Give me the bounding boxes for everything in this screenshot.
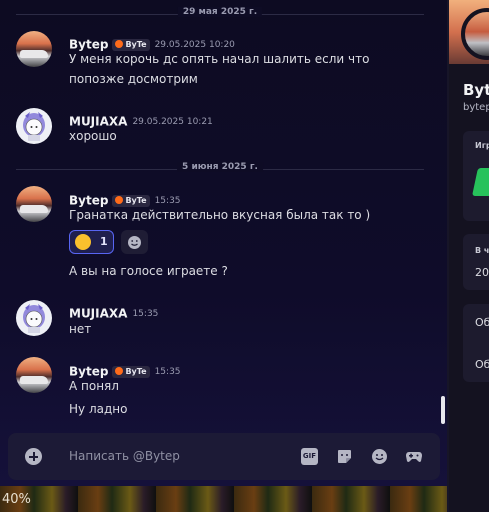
message-header: Bytep ByTe 15:35 [69, 190, 181, 208]
member-since-label: В ч [475, 246, 489, 255]
author-name[interactable]: MUJIAXA [69, 307, 127, 321]
game-overlay-bar: 40% [0, 486, 447, 512]
profile-actions-card: Об Об [463, 304, 489, 382]
avatar[interactable] [16, 186, 52, 222]
author-name[interactable]: Bytep [69, 38, 108, 52]
date-divider: 5 июня 2025 г. [16, 162, 424, 175]
add-reaction-button[interactable] [121, 230, 148, 254]
timestamp: 15:35 [132, 308, 159, 319]
message-header: MUJIAXA 29.05.2025 10:21 [69, 111, 213, 129]
message-text: У меня корочь дс опять начал шалить если… [69, 52, 370, 66]
message-header: Bytep ByTe 15:35 [69, 361, 181, 379]
message-text: попозже досмотрим [69, 72, 198, 86]
member-since-value: 20 [475, 266, 489, 279]
message-text: Ну ладно [69, 402, 128, 416]
clan-icon [115, 366, 124, 375]
clan-tag[interactable]: ByTe [112, 194, 150, 207]
author-name[interactable]: Bytep [69, 365, 108, 379]
message-header: Bytep ByTe 29.05.2025 10:20 [69, 34, 235, 52]
message-header: MUJIAXA 15:35 [69, 303, 159, 321]
profile-username: bytep [463, 102, 489, 113]
add-attachment-icon[interactable] [25, 448, 42, 465]
message-text: Гранатка действительно вкусная была так … [69, 208, 371, 222]
clan-icon [115, 195, 124, 204]
game-overlay-text: 40% [2, 492, 31, 507]
avatar[interactable] [16, 31, 52, 67]
rolling-on-floor-laughing-icon [75, 234, 91, 250]
clan-icon [115, 39, 124, 48]
avatar-illustration [23, 304, 45, 333]
message-text: А понял [69, 379, 119, 393]
timestamp: 29.05.2025 10:21 [132, 116, 213, 127]
reaction-button[interactable]: 1 [69, 230, 114, 254]
reaction-count: 1 [100, 235, 108, 248]
avatar[interactable] [16, 357, 52, 393]
profile-display-name: Byt [463, 81, 489, 99]
author-name[interactable]: Bytep [69, 194, 108, 208]
message-input[interactable]: Написать @Bytep [69, 449, 180, 463]
avatar-illustration [23, 112, 45, 141]
timestamp: 29.05.2025 10:20 [154, 39, 235, 50]
date-divider-label: 5 июня 2025 г. [177, 162, 263, 172]
message-composer[interactable]: Написать @Bytep GIF [8, 433, 440, 480]
gif-icon[interactable]: GIF [301, 448, 318, 465]
profile-action-2[interactable]: Об [475, 358, 489, 371]
playing-label: Игр [475, 141, 489, 150]
author-name[interactable]: MUJIAXA [69, 115, 127, 129]
profile-action-1[interactable]: Об [475, 316, 489, 329]
timestamp: 15:35 [154, 366, 181, 377]
clan-tag[interactable]: ByTe [112, 38, 150, 51]
sticker-icon[interactable] [336, 448, 353, 465]
clan-tag[interactable]: ByTe [112, 365, 150, 378]
avatar[interactable] [16, 108, 52, 144]
add-reaction-icon [128, 236, 141, 249]
avatar[interactable] [16, 300, 52, 336]
member-since-card: В ч 20 [463, 234, 489, 290]
chat-panel: 29 мая 2025 г. Bytep ByTe 29.05.2025 10:20… [0, 0, 447, 486]
message-text: хорошо [69, 129, 117, 143]
message-text: А вы на голосе играете ? [69, 264, 228, 278]
user-profile-panel: Byt bytep Игр В ч 20 Об Об [449, 0, 489, 512]
timestamp: 15:35 [154, 195, 181, 206]
emoji-icon[interactable] [371, 448, 388, 465]
scrollbar-thumb[interactable] [441, 396, 445, 424]
date-divider-label: 29 мая 2025 г. [177, 7, 263, 17]
message-text: нет [69, 322, 92, 336]
date-divider: 29 мая 2025 г. [16, 7, 424, 20]
activities-icon[interactable] [405, 448, 422, 465]
